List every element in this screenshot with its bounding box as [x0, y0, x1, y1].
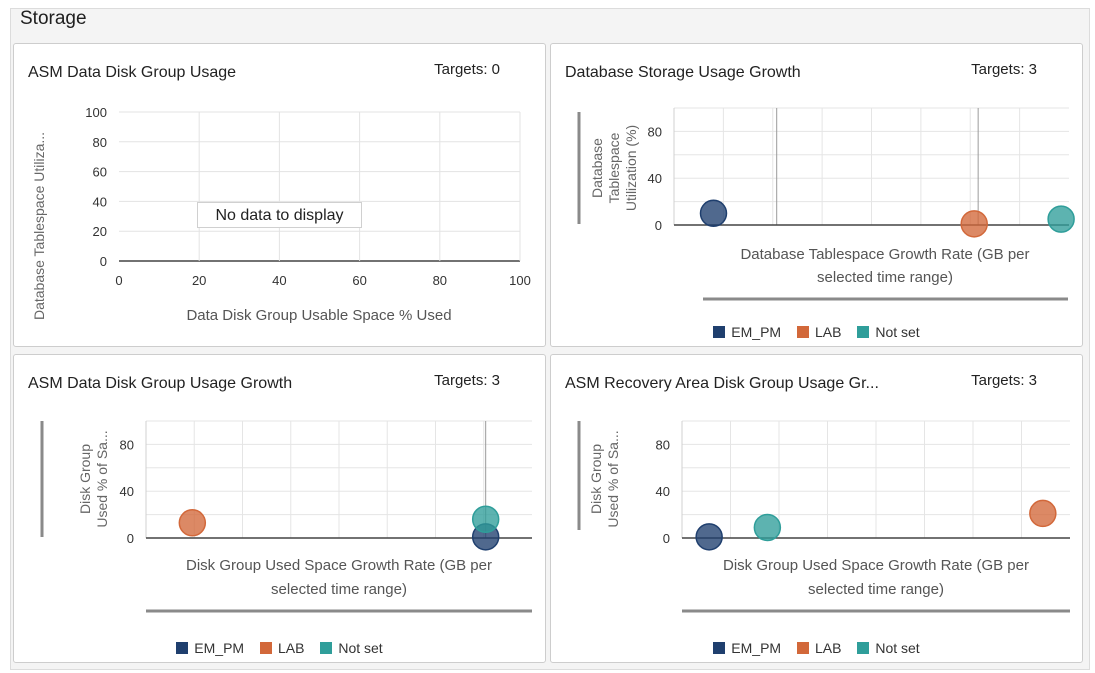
panel-asm-recovery-area-disk-group-usage-growth: ASM Recovery Area Disk Group Usage Gr...… [550, 354, 1083, 663]
legend-swatch [796, 326, 809, 338]
y-tick-label: 40 [120, 484, 134, 499]
svg-text:Utilization (%): Utilization (%) [623, 125, 639, 211]
y-ticks: 80 40 0 [648, 124, 662, 233]
legend: EM_PM LAB Not set [551, 324, 1082, 340]
svg-text:Used % of Sa...: Used % of Sa... [94, 430, 110, 527]
legend-item-em-pm[interactable]: EM_PM [713, 640, 781, 656]
y-tick-label: 40 [656, 484, 670, 499]
panel-database-storage-usage-growth: Database Storage Usage Growth Targets: 3… [550, 43, 1083, 347]
svg-text:Disk Group: Disk Group [588, 444, 604, 514]
legend-swatch [176, 642, 189, 654]
y-tick-label: 0 [663, 531, 670, 546]
legend: EM_PM LAB Not set [14, 640, 545, 656]
legend-swatch [320, 642, 333, 654]
y-tick-label: 20 [93, 224, 107, 239]
y-tick-label: 0 [655, 218, 662, 233]
bubble-not-set[interactable] [753, 513, 782, 542]
x-axis-label-line1: Disk Group Used Space Growth Rate (GB pe… [723, 557, 1029, 574]
bubble-em-pm[interactable] [699, 199, 728, 228]
svg-text:Used % of Sa...: Used % of Sa... [605, 430, 621, 527]
x-axis-label-line2: selected time range) [271, 581, 407, 598]
legend-swatch [857, 326, 870, 338]
bubble-lab[interactable] [960, 210, 988, 238]
legend-item-not-set[interactable]: Not set [857, 640, 920, 656]
svg-text:Tablespace: Tablespace [606, 132, 622, 203]
y-ticks: 80 40 0 [656, 437, 670, 546]
legend-swatch [857, 642, 870, 654]
legend: EM_PM LAB Not set [551, 640, 1082, 656]
x-ticks: 0 20 40 60 80 100 [115, 273, 530, 288]
y-axis-label: Disk Group Used % of Sa... [588, 430, 621, 527]
y-ticks: 100 80 60 40 20 0 [85, 105, 107, 269]
y-tick-label: 40 [648, 171, 662, 186]
chart-points [699, 199, 1075, 238]
y-axis-label: Disk Group Used % of Sa... [77, 430, 110, 527]
y-tick-label: 0 [100, 254, 107, 269]
legend-item-not-set[interactable]: Not set [320, 640, 383, 656]
legend-item-lab[interactable]: LAB [796, 324, 841, 340]
bubble-lab[interactable] [1029, 499, 1057, 528]
legend-item-em-pm[interactable]: EM_PM [176, 640, 244, 656]
x-axis-label-line1: Database Tablespace Growth Rate (GB per [740, 246, 1029, 263]
legend-item-em-pm[interactable]: EM_PM [713, 324, 781, 340]
y-tick-label: 100 [85, 105, 107, 120]
legend-swatch [796, 642, 809, 654]
x-axis-label: Data Disk Group Usable Space % Used [186, 307, 451, 324]
section-title: Storage [20, 8, 87, 29]
scatter-chart: Database Tablespace Utiliza... Data Disk… [31, 105, 531, 324]
x-tick-label: 0 [115, 273, 122, 288]
chart-grid [673, 107, 1069, 226]
legend-item-lab[interactable]: LAB [259, 640, 304, 656]
y-tick-label: 80 [656, 437, 670, 452]
x-tick-label: 60 [352, 273, 366, 288]
panel-asm-data-disk-group-usage: ASM Data Disk Group Usage Targets: 0 Dat… [13, 43, 546, 347]
x-axis-label-line1: Disk Group Used Space Growth Rate (GB pe… [186, 557, 492, 574]
y-ticks: 80 40 0 [120, 437, 134, 546]
no-data-message: No data to display [197, 202, 362, 228]
y-tick-label: 60 [93, 165, 107, 180]
legend-item-not-set[interactable]: Not set [857, 324, 920, 340]
bubble-not-set[interactable] [1047, 205, 1075, 233]
legend-swatch [713, 642, 726, 654]
x-tick-label: 80 [433, 273, 447, 288]
bubble-not-set[interactable] [471, 505, 500, 534]
x-axis-label-line2: selected time range) [808, 581, 944, 598]
scatter-chart: Disk Group Used % of Sa... 80 40 0 Disk Gr… [577, 420, 1070, 613]
y-tick-label: 80 [93, 135, 107, 150]
x-axis-label-line2: selected time range) [817, 269, 953, 286]
bubble-em-pm[interactable] [695, 523, 723, 551]
x-tick-label: 20 [192, 273, 206, 288]
scatter-chart: Database Tablespace Utilization (%) 80 40… [577, 107, 1075, 301]
y-tick-label: 0 [127, 531, 134, 546]
bubble-lab[interactable] [178, 509, 207, 537]
svg-text:Disk Group: Disk Group [77, 444, 93, 514]
chart-grid [119, 111, 521, 262]
y-tick-label: 80 [120, 437, 134, 452]
panel-asm-data-disk-group-usage-growth: ASM Data Disk Group Usage Growth Targets… [13, 354, 546, 663]
y-axis-label: Database Tablespace Utiliza... [31, 132, 47, 320]
legend-swatch [259, 642, 272, 654]
legend-swatch [713, 326, 726, 338]
x-tick-label: 40 [272, 273, 286, 288]
svg-text:Database: Database [589, 138, 605, 198]
scatter-chart: Disk Group Used % of Sa... 80 40 0 Disk Gr… [40, 420, 532, 613]
x-tick-label: 100 [509, 273, 531, 288]
legend-item-lab[interactable]: LAB [796, 640, 841, 656]
chart-grid [681, 420, 1070, 539]
y-axis-label: Database Tablespace Utilization (%) [589, 125, 639, 211]
y-tick-label: 80 [648, 124, 662, 139]
y-tick-label: 40 [93, 194, 107, 209]
